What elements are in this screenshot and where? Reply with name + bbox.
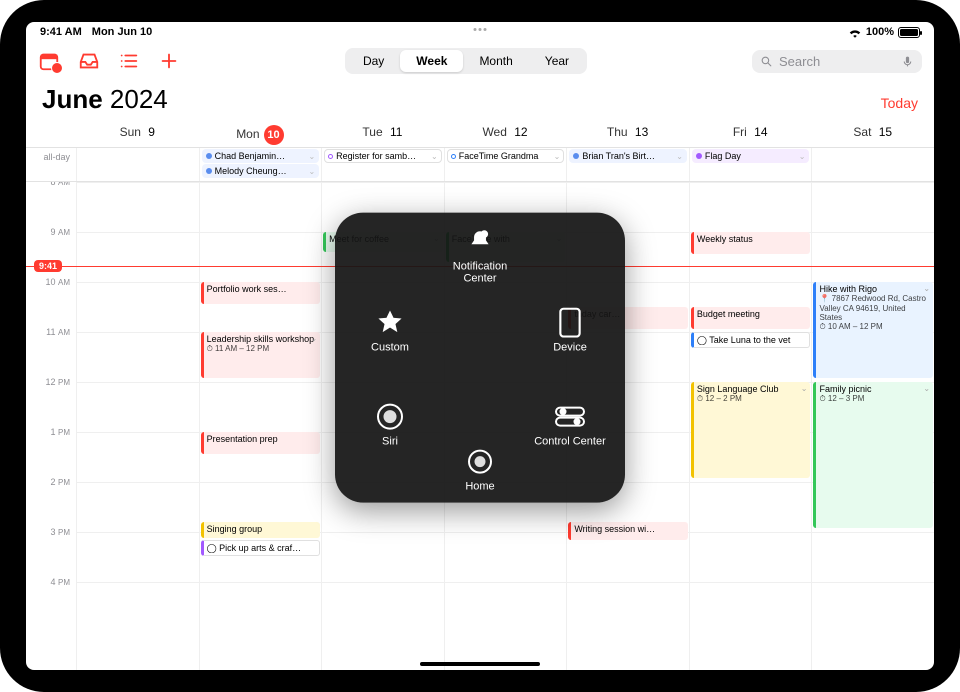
allday-event[interactable]: Register for samb…⌄ (324, 149, 442, 163)
at-label: Siri (382, 436, 398, 448)
today-button[interactable]: Today (881, 95, 918, 111)
allday-event[interactable]: FaceTime Grandma⌄ (447, 149, 565, 163)
view-mode-day[interactable]: Day (347, 50, 400, 72)
day-header-wed[interactable]: Wed 12 (444, 121, 567, 147)
battery-icon (898, 27, 920, 38)
day-header: Sun 9Mon10Tue 11Wed 12Thu 13Fri 14Sat 15 (26, 121, 934, 148)
day-header-sat[interactable]: Sat 15 (811, 121, 934, 147)
hour-label: 3 PM (50, 527, 70, 537)
calendar-event[interactable]: Portfolio work ses… (201, 282, 321, 304)
title-row: June 2024 Today (26, 80, 934, 121)
search-icon (760, 55, 773, 68)
allday-cell[interactable]: Brian Tran's Birt…⌄ (566, 148, 689, 181)
allday-row: all-day Chad Benjamin…⌄Melody Cheung…⌄Re… (26, 148, 934, 182)
month-name: June (42, 84, 103, 114)
at-label: Device (553, 342, 587, 354)
calendar-event[interactable]: Family picnic⏱ 12 – 3 PM⌄ (813, 382, 933, 528)
calendar-event[interactable]: Weekly status (691, 232, 811, 254)
allday-event[interactable]: Chad Benjamin…⌄ (202, 149, 320, 163)
day-header-mon[interactable]: Mon10 (199, 121, 322, 147)
year: 2024 (110, 84, 168, 114)
hour-label: 4 PM (50, 577, 70, 587)
toolbar: DayWeekMonthYear Search (26, 42, 934, 80)
hour-gutter: 8 AM 9 AM 10 AM 11 AM 12 PM 1 PM 2 PM 3 PM 4 PM (26, 182, 76, 670)
at-notification-center[interactable]: Notification Center (435, 227, 525, 285)
screen: 9:41 AM Mon Jun 10 100% (26, 22, 934, 670)
inbox-icon[interactable] (78, 50, 100, 72)
allday-cell[interactable]: Register for samb…⌄ (321, 148, 444, 181)
status-bar: 9:41 AM Mon Jun 10 100% (26, 22, 934, 42)
home-indicator[interactable] (420, 662, 540, 666)
calendar-event[interactable]: Singing group (201, 522, 321, 538)
day-header-sun[interactable]: Sun 9 (76, 121, 199, 147)
hour-label: 9 AM (50, 227, 70, 237)
view-mode-month[interactable]: Month (463, 50, 528, 72)
calendar-icon[interactable] (38, 50, 60, 72)
month-title: June 2024 (42, 84, 168, 115)
view-mode-week[interactable]: Week (400, 50, 463, 72)
hour-label: 2 PM (50, 477, 70, 487)
allday-event[interactable]: Flag Day⌄ (692, 149, 810, 163)
status-date: Mon Jun 10 (92, 26, 153, 38)
battery-percent: 100% (866, 26, 894, 38)
calendar-event[interactable]: Hike with Rigo📍 7867 Redwood Rd, Castro … (813, 282, 933, 378)
calendar-event[interactable]: ◯ Pick up arts & craf… (201, 540, 321, 556)
allday-event[interactable]: Melody Cheung…⌄ (202, 164, 320, 178)
day-header-fri[interactable]: Fri 14 (689, 121, 812, 147)
multitask-dots[interactable] (474, 28, 487, 31)
day-column[interactable] (76, 182, 199, 670)
allday-cell[interactable]: Chad Benjamin…⌄Melody Cheung…⌄ (199, 148, 322, 181)
day-column[interactable]: Portfolio work ses… Leadership skills wor… (199, 182, 322, 670)
search-placeholder: Search (779, 54, 820, 69)
ipad-frame: 9:41 AM Mon Jun 10 100% (0, 0, 960, 692)
hour-label: 10 AM (45, 277, 70, 287)
status-time: 9:41 AM (40, 26, 82, 38)
allday-cell[interactable]: FaceTime Grandma⌄ (444, 148, 567, 181)
mic-icon[interactable] (901, 55, 914, 68)
at-label: Notification Center (435, 261, 525, 285)
at-siri[interactable]: Siri (345, 402, 435, 448)
calendar-event[interactable]: Leadership skills workshop⏱ 11 AM – 12 P… (201, 332, 321, 378)
day-header-tue[interactable]: Tue 11 (321, 121, 444, 147)
calendar-event[interactable]: Budget meeting (691, 307, 811, 329)
allday-cell[interactable]: Flag Day⌄ (689, 148, 812, 181)
calendar-event[interactable]: ◯ Take Luna to the vet (691, 332, 811, 348)
at-label: Control Center (534, 436, 606, 448)
calendar-event[interactable]: Writing session wi… (568, 522, 688, 540)
allday-cell[interactable] (811, 148, 934, 181)
hour-label: 11 AM (46, 327, 70, 337)
at-label: Home (465, 481, 494, 493)
view-mode-segmented[interactable]: DayWeekMonthYear (345, 48, 587, 74)
at-custom[interactable]: Custom (345, 308, 435, 354)
search-field[interactable]: Search (752, 50, 922, 73)
day-column[interactable]: Weekly status Budget meeting ◯ Take Luna t… (689, 182, 812, 670)
list-icon[interactable] (118, 50, 140, 72)
view-mode-year[interactable]: Year (529, 50, 585, 72)
hour-label: 1 PM (50, 427, 70, 437)
add-icon[interactable] (158, 50, 180, 72)
wifi-icon (848, 27, 862, 38)
hour-label: 12 PM (45, 377, 70, 387)
at-device[interactable]: Device (525, 308, 615, 354)
now-time-badge: 9:41 (34, 260, 62, 272)
at-home[interactable]: Home (435, 447, 525, 493)
at-label: Custom (371, 342, 409, 354)
calendar-event[interactable]: Presentation prep (201, 432, 321, 454)
day-column[interactable]: Hike with Rigo📍 7867 Redwood Rd, Castro … (811, 182, 934, 670)
allday-cell[interactable] (76, 148, 199, 181)
hour-label: 8 AM (50, 182, 70, 187)
allday-event[interactable]: Brian Tran's Birt…⌄ (569, 149, 687, 163)
calendar-event[interactable]: Sign Language Club⏱ 12 – 2 PM⌄ (691, 382, 811, 478)
allday-label: all-day (26, 148, 76, 181)
assistive-touch-menu[interactable]: Notification Center Custom Device Siri C… (335, 213, 625, 503)
at-control-center[interactable]: Control Center (525, 402, 615, 448)
day-header-thu[interactable]: Thu 13 (566, 121, 689, 147)
